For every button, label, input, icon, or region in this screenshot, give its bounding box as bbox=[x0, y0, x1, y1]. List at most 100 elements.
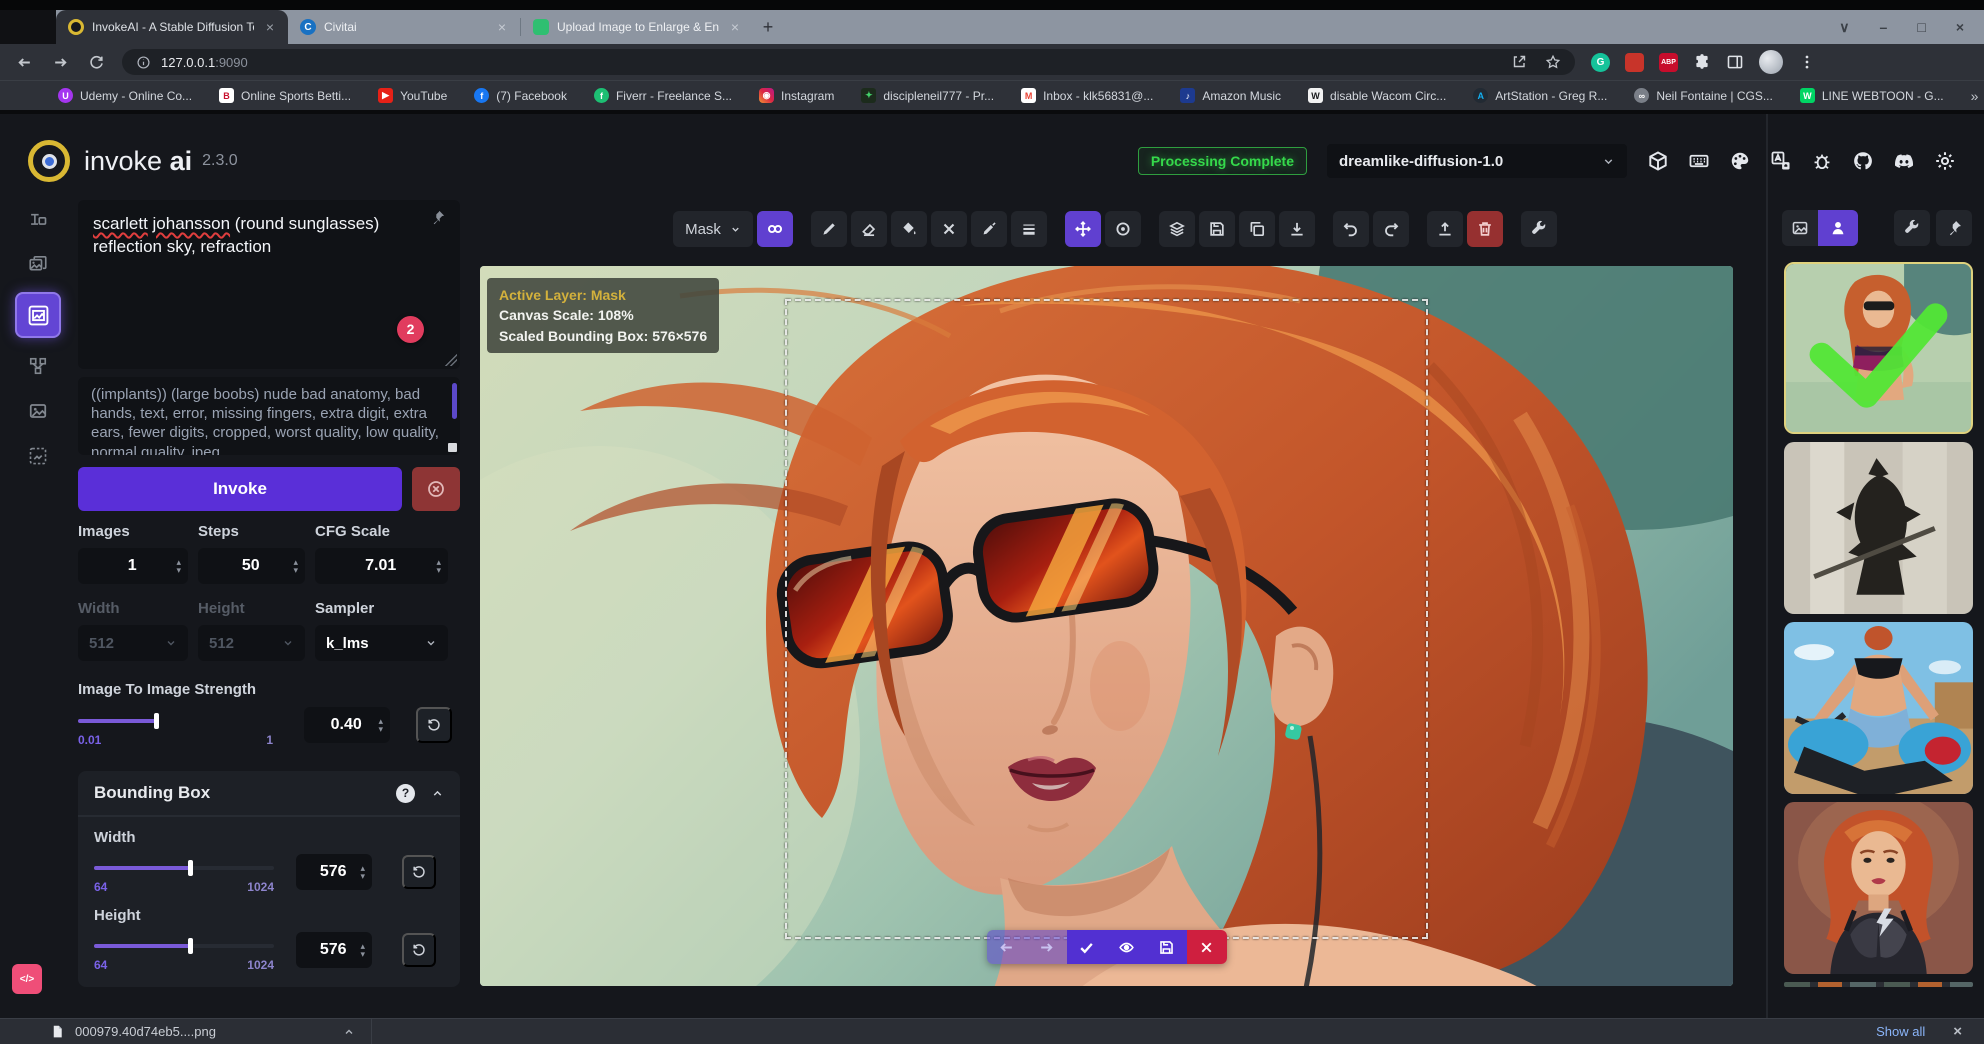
tab-upscale[interactable]: Upload Image to Enlarge & Enla... × bbox=[521, 10, 753, 44]
downloads-close-icon[interactable]: × bbox=[1953, 1023, 1962, 1040]
canvas-settings-button[interactable] bbox=[1521, 211, 1557, 247]
bounding-box-region[interactable] bbox=[785, 299, 1428, 939]
bookmark-item[interactable]: UUdemy - Online Co... bbox=[58, 88, 192, 103]
bookmark-item[interactable]: ∞Neil Fontaine | CGS... bbox=[1634, 88, 1773, 103]
invoke-button[interactable]: Invoke bbox=[78, 467, 402, 511]
resize-handle[interactable] bbox=[445, 354, 457, 366]
bookmarks-overflow-icon[interactable]: » bbox=[1971, 88, 1979, 104]
tab-image-to-image[interactable] bbox=[21, 247, 55, 281]
bounding-box-header[interactable]: Bounding Box ? bbox=[78, 771, 460, 817]
bookmark-star-icon[interactable] bbox=[1545, 54, 1561, 70]
sidebar-icon[interactable] bbox=[1726, 53, 1744, 71]
eraser-tool-button[interactable] bbox=[851, 211, 887, 247]
fill-bounding-box-button[interactable] bbox=[891, 211, 927, 247]
download-item[interactable]: 000979.40d74eb5....png bbox=[0, 1019, 372, 1044]
upload-image-button[interactable] bbox=[1427, 211, 1463, 247]
merge-visible-button[interactable] bbox=[1159, 211, 1195, 247]
new-tab-button[interactable]: + bbox=[753, 10, 783, 44]
bb-height-reset-button[interactable] bbox=[402, 933, 436, 967]
gallery-thumbnail[interactable] bbox=[1784, 442, 1973, 614]
bookmark-item[interactable]: ✦discipleneil777 - Pr... bbox=[861, 88, 994, 103]
close-button[interactable]: × bbox=[1956, 19, 1964, 35]
gallery-thumbnail[interactable] bbox=[1784, 622, 1973, 794]
bb-width-input[interactable]: 576 ▴▾ bbox=[296, 854, 372, 890]
gallery-thumbnail[interactable] bbox=[1784, 802, 1973, 974]
bookmark-item[interactable]: Wdisable Wacom Circ... bbox=[1308, 88, 1446, 103]
console-toggle-button[interactable]: </> bbox=[12, 964, 42, 994]
gallery-thumbnail-selected[interactable] bbox=[1784, 262, 1973, 434]
tab-unified-canvas[interactable] bbox=[15, 292, 61, 338]
address-bar[interactable]: 127.0.0.1:9090 bbox=[122, 49, 1575, 75]
sampler-select[interactable]: k_lms bbox=[315, 625, 448, 661]
bookmark-item[interactable]: ◉Instagram bbox=[759, 88, 834, 103]
stepper-down-icon[interactable]: ▾ bbox=[176, 566, 181, 574]
tab-nodes[interactable] bbox=[21, 349, 55, 383]
stepper-down-icon[interactable]: ▾ bbox=[360, 950, 365, 958]
tab-search-icon[interactable]: ∨ bbox=[1839, 19, 1849, 36]
profile-avatar[interactable] bbox=[1759, 50, 1783, 74]
site-info-icon[interactable] bbox=[136, 55, 151, 70]
hotkeys-icon[interactable] bbox=[1688, 150, 1710, 172]
tab-text-to-image[interactable] bbox=[21, 202, 55, 236]
bookmark-item[interactable]: f(7) Facebook bbox=[474, 88, 567, 103]
brush-options-button[interactable] bbox=[1011, 211, 1047, 247]
tab-close-icon[interactable]: × bbox=[262, 19, 278, 35]
theme-palette-icon[interactable] bbox=[1729, 150, 1751, 172]
copy-to-clipboard-button[interactable] bbox=[1239, 211, 1275, 247]
back-button[interactable] bbox=[14, 52, 34, 72]
i2i-strength-input[interactable]: 0.40 ▴▾ bbox=[304, 707, 390, 743]
model-manager-icon[interactable] bbox=[1647, 150, 1669, 172]
show-hide-button[interactable] bbox=[1107, 930, 1147, 964]
grammarly-extension-icon[interactable]: G bbox=[1591, 53, 1610, 72]
discard-image-button[interactable] bbox=[1187, 930, 1227, 964]
layer-select[interactable]: Mask bbox=[673, 211, 753, 247]
redo-button[interactable] bbox=[1373, 211, 1409, 247]
bookmark-item[interactable]: ▶YouTube bbox=[378, 88, 447, 103]
chevron-up-icon[interactable] bbox=[431, 787, 444, 800]
move-tool-button[interactable] bbox=[1065, 211, 1101, 247]
help-icon[interactable]: ? bbox=[396, 784, 415, 803]
tab-close-icon[interactable]: × bbox=[727, 19, 743, 35]
reload-button[interactable] bbox=[86, 52, 106, 72]
mask-options-button[interactable] bbox=[757, 211, 793, 247]
tab-invokeai[interactable]: InvokeAI - A Stable Diffusion Too... × bbox=[56, 10, 288, 44]
unified-canvas[interactable]: Active Layer: Mask Canvas Scale: 108% Sc… bbox=[480, 266, 1733, 986]
extension-icon[interactable] bbox=[1625, 53, 1644, 72]
color-picker-button[interactable] bbox=[971, 211, 1007, 247]
resize-handle[interactable] bbox=[448, 443, 457, 452]
slider-thumb[interactable] bbox=[154, 713, 159, 729]
show-all-link[interactable]: Show all bbox=[1876, 1024, 1925, 1039]
i2i-strength-slider[interactable]: 0.01 1 bbox=[78, 703, 273, 747]
images-input[interactable]: 1 ▴▾ bbox=[78, 548, 188, 584]
cancel-button[interactable] bbox=[412, 467, 460, 511]
cfg-scale-input[interactable]: 7.01 ▴▾ bbox=[315, 548, 448, 584]
undo-button[interactable] bbox=[1333, 211, 1369, 247]
download-caret-icon[interactable] bbox=[343, 1026, 355, 1038]
slider-thumb[interactable] bbox=[188, 938, 193, 954]
download-image-button[interactable] bbox=[1279, 211, 1315, 247]
bb-width-reset-button[interactable] bbox=[402, 855, 436, 889]
previous-image-button[interactable] bbox=[987, 930, 1027, 964]
brush-tool-button[interactable] bbox=[811, 211, 847, 247]
stepper-down-icon[interactable]: ▾ bbox=[378, 725, 383, 733]
bookmark-item[interactable]: BOnline Sports Betti... bbox=[219, 88, 351, 103]
reset-view-button[interactable] bbox=[1105, 211, 1141, 247]
slider-thumb[interactable] bbox=[188, 860, 193, 876]
adblock-extension-icon[interactable]: ABP bbox=[1659, 53, 1678, 72]
forward-button[interactable] bbox=[50, 52, 70, 72]
gallery-settings-button[interactable] bbox=[1894, 210, 1930, 246]
share-icon[interactable] bbox=[1511, 54, 1527, 70]
next-image-button[interactable] bbox=[1027, 930, 1067, 964]
bookmark-item[interactable]: fFiverr - Freelance S... bbox=[594, 88, 732, 103]
stepper-down-icon[interactable]: ▾ bbox=[360, 872, 365, 880]
clear-canvas-button[interactable] bbox=[1467, 211, 1503, 247]
restore-button[interactable]: □ bbox=[1917, 19, 1925, 35]
tab-training[interactable] bbox=[21, 439, 55, 473]
stepper-down-icon[interactable]: ▾ bbox=[436, 566, 441, 574]
bookmark-item[interactable]: AArtStation - Greg R... bbox=[1473, 88, 1607, 103]
tab-civitai[interactable]: C Civitai × bbox=[288, 10, 520, 44]
bb-height-input[interactable]: 576 ▴▾ bbox=[296, 932, 372, 968]
extensions-puzzle-icon[interactable] bbox=[1693, 53, 1711, 71]
tab-post-processing[interactable] bbox=[21, 394, 55, 428]
accept-image-button[interactable] bbox=[1067, 930, 1107, 964]
